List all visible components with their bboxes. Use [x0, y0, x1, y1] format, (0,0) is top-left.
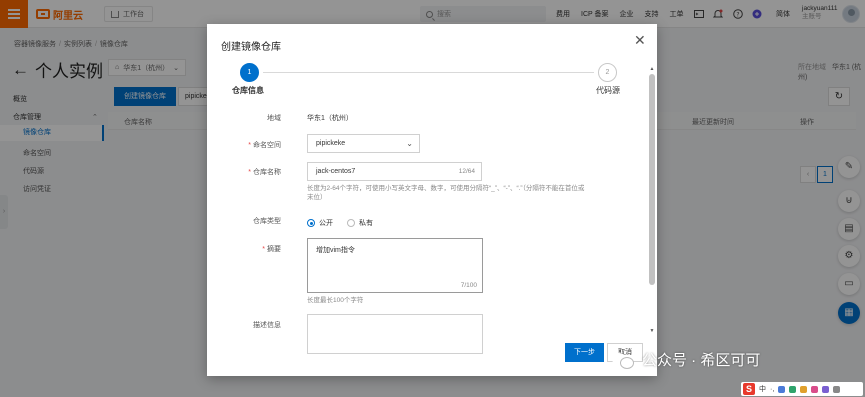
ime-settings-icon[interactable]: [833, 385, 841, 393]
repo-name-hint: 长度为2-64个字符，可使用小写英文字母、数字，可使用分隔符“_”、“-”、“.…: [307, 185, 585, 201]
radio-checked-icon: [307, 219, 315, 227]
summary-field-label-text: 摘要: [267, 246, 281, 253]
step-connector: [263, 72, 594, 73]
summary-counter: 7/100: [460, 282, 477, 289]
ime-toolbar: S 中 ·,: [741, 382, 863, 396]
wechat-watermark: 公众号 · 希区可可: [612, 349, 760, 370]
step-2-label: 代码源: [596, 86, 620, 95]
wechat-logo-icon: [612, 351, 634, 369]
namespace-select[interactable]: pipickeke ⌄: [307, 134, 420, 153]
emoji-icon[interactable]: [800, 385, 808, 393]
namespace-field-label-text: 命名空间: [253, 142, 281, 149]
next-step-button[interactable]: 下一步: [565, 343, 604, 362]
close-icon[interactable]: ✕: [634, 32, 646, 49]
repo-name-counter: 12/64: [458, 168, 475, 175]
scrollbar-thumb[interactable]: [649, 74, 655, 285]
repo-type-private-radio[interactable]: 私有: [347, 218, 373, 228]
description-field-label: 描述信息: [207, 320, 281, 330]
region-field-label-text: 地域: [267, 115, 281, 122]
scroll-down-icon[interactable]: ▼: [649, 328, 655, 334]
description-textarea[interactable]: [307, 314, 483, 354]
summary-textarea-value: 增加vim指令: [316, 247, 355, 254]
skin-icon[interactable]: [811, 385, 819, 393]
dialog-title: 创建镜像仓库: [221, 42, 281, 53]
dialog-scrollbar[interactable]: ▲ ▼: [649, 66, 655, 336]
summary-hint: 长度最长100个字符: [307, 297, 364, 304]
microphone-icon[interactable]: [778, 385, 786, 393]
repo-name-field-label-text: 仓库名称: [253, 169, 281, 176]
radio-unchecked-icon: [347, 219, 355, 227]
keyboard-icon[interactable]: [789, 385, 797, 393]
scroll-up-icon[interactable]: ▲: [649, 66, 655, 72]
region-field-value: 华东1（杭州）: [307, 115, 353, 122]
step-1-label: 仓库信息: [232, 86, 264, 95]
repo-type-field-label-text: 仓库类型: [253, 218, 281, 225]
repo-type-public-radio[interactable]: 公开: [307, 218, 333, 228]
repo-type-private-label: 私有: [359, 220, 373, 227]
step-1-indicator: 1: [240, 63, 259, 82]
summary-textarea[interactable]: 增加vim指令 7/100: [307, 238, 483, 293]
watermark-text: 公众号 · 希区可可: [642, 352, 761, 369]
ime-mode-label[interactable]: 中: [759, 384, 766, 394]
repo-name-input-value: jack-centos7: [316, 168, 356, 175]
repo-name-field-label: * 仓库名称: [248, 169, 281, 176]
punctuation-icon[interactable]: ·,: [770, 386, 774, 393]
repo-name-input[interactable]: jack-centos7 12/64: [307, 162, 482, 181]
create-repo-dialog: 创建镜像仓库 ✕ 1 2 仓库信息 代码源 地域 华东1（杭州） * 命名空间 p…: [207, 24, 657, 376]
description-field-label-text: 描述信息: [253, 322, 281, 329]
toolbox-icon[interactable]: [822, 385, 830, 393]
summary-field-label: * 摘要: [262, 246, 281, 253]
namespace-field-label: * 命名空间: [248, 142, 281, 149]
chevron-down-icon: ⌄: [406, 139, 413, 148]
namespace-select-value: pipickeke: [316, 140, 346, 147]
sogou-ime-icon[interactable]: S: [743, 383, 755, 395]
repo-type-public-label: 公开: [319, 220, 333, 227]
region-field-label: 地域: [207, 113, 281, 123]
step-2-indicator: 2: [598, 63, 617, 82]
repo-type-field-label: 仓库类型: [207, 216, 281, 226]
